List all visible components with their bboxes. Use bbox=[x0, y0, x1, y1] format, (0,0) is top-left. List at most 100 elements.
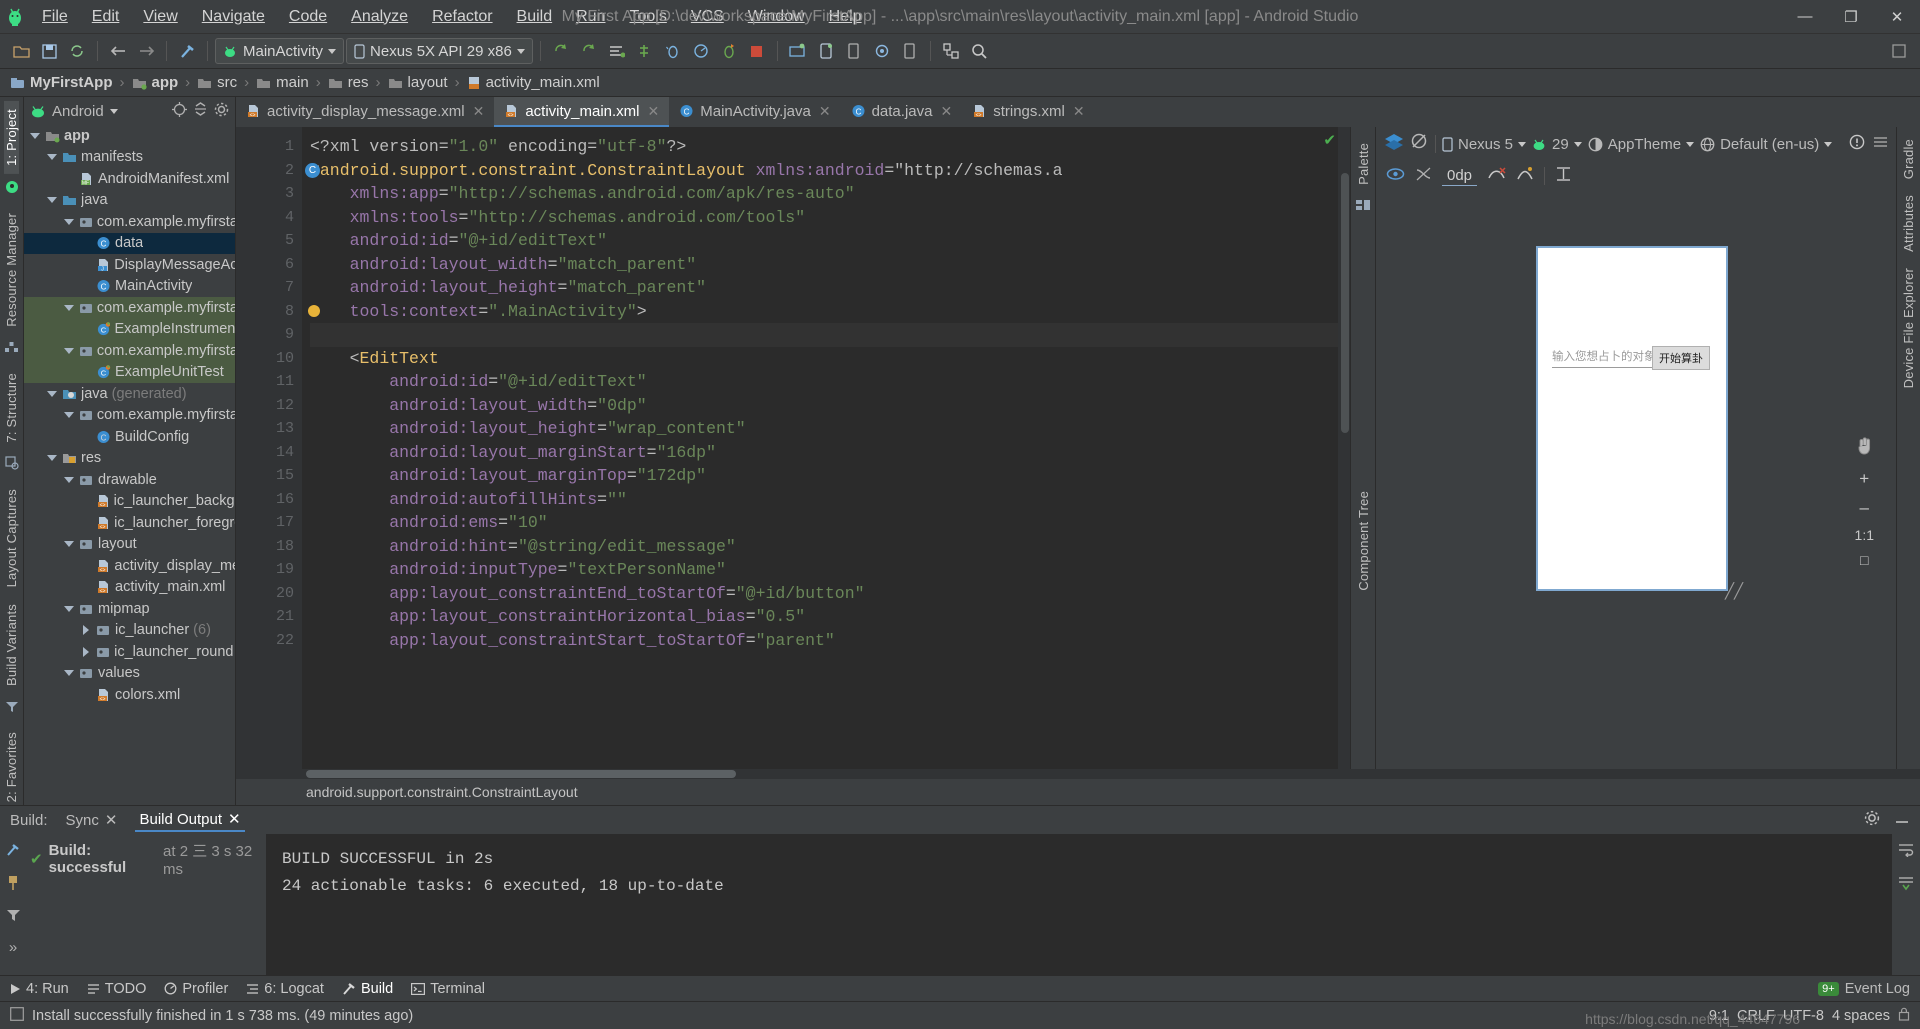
code-line[interactable]: app:layout_constraintEnd_toStartOf="@+id… bbox=[310, 582, 1350, 606]
back-icon[interactable] bbox=[105, 38, 131, 64]
resize-handle[interactable]: ╱╱ bbox=[1725, 582, 1743, 600]
open-folder-icon[interactable] bbox=[8, 38, 34, 64]
profiler-icon[interactable] bbox=[688, 38, 714, 64]
gear-icon[interactable] bbox=[214, 102, 229, 121]
code-content[interactable]: <?xml version="1.0" encoding="utf-8"?><a… bbox=[302, 127, 1350, 769]
tree-row[interactable]: manifests bbox=[24, 147, 235, 169]
twisty-expanded-icon[interactable] bbox=[62, 605, 75, 612]
rail-item-layout-captures[interactable]: Layout Captures bbox=[4, 481, 19, 595]
menu-item-window[interactable]: Window bbox=[736, 4, 817, 30]
sdk-manager-icon[interactable] bbox=[785, 38, 811, 64]
tree-row[interactable]: com.example.myfirstap bbox=[24, 405, 235, 427]
breadcrumb-item-myfirstapp[interactable]: MyFirstApp bbox=[10, 74, 113, 91]
rail-item-gradle[interactable]: Gradle bbox=[1901, 131, 1916, 187]
code-line[interactable]: android:layout_marginStart="16dp" bbox=[310, 441, 1350, 465]
editor-tab[interactable]: <> strings.xml ✕ bbox=[962, 97, 1094, 127]
breadcrumb-item-app[interactable]: app bbox=[132, 74, 178, 91]
tree-row[interactable]: MF AndroidManifest.xml bbox=[24, 168, 235, 190]
twisty-expanded-icon[interactable] bbox=[62, 476, 75, 483]
close-icon[interactable]: ✕ bbox=[648, 103, 660, 120]
maximize-button[interactable]: ❐ bbox=[1828, 0, 1874, 34]
bottom-tool-profiler[interactable]: Profiler bbox=[164, 981, 228, 997]
close-icon[interactable]: ✕ bbox=[1073, 103, 1085, 120]
project-structure-icon[interactable] bbox=[938, 38, 964, 64]
editor-hscrollbar-thumb[interactable] bbox=[306, 770, 736, 778]
gradle-sync-icon[interactable] bbox=[869, 38, 895, 64]
twisty-expanded-icon[interactable] bbox=[45, 390, 58, 397]
close-icon[interactable]: ✕ bbox=[819, 103, 831, 120]
twisty-collapsed-icon[interactable] bbox=[79, 646, 92, 657]
autoconnect-icon[interactable] bbox=[1415, 166, 1432, 187]
code-line[interactable]: android:layout_width="0dp" bbox=[310, 394, 1350, 418]
build-settings-gear-icon[interactable] bbox=[1864, 810, 1880, 830]
rail-item-structure[interactable]: 7: Structure bbox=[4, 365, 19, 451]
breadcrumb-item-layout[interactable]: layout bbox=[388, 74, 448, 91]
search-everywhere-icon[interactable] bbox=[966, 38, 992, 64]
class-marker-icon[interactable]: C bbox=[305, 162, 320, 178]
menu-item-run[interactable]: Run bbox=[564, 4, 617, 30]
save-all-icon[interactable] bbox=[36, 38, 62, 64]
build-hammer-icon[interactable] bbox=[174, 38, 200, 64]
zoom-out-button[interactable]: – bbox=[1860, 498, 1869, 518]
palette-label[interactable]: Palette bbox=[1356, 135, 1371, 193]
device-preview[interactable]: 输入您想占卜的对象 开始算卦 bbox=[1536, 246, 1728, 591]
code-line[interactable]: android:id="@+id/editText" bbox=[310, 229, 1350, 253]
code-line[interactable]: android:autofillHints="" bbox=[310, 488, 1350, 512]
close-icon[interactable]: ✕ bbox=[473, 103, 485, 120]
breadcrumb-item-main[interactable]: main bbox=[256, 74, 309, 91]
editor-tab[interactable]: C MainActivity.java ✕ bbox=[669, 97, 840, 127]
tree-row[interactable]: layout bbox=[24, 534, 235, 556]
build-pin-icon[interactable] bbox=[6, 875, 20, 896]
close-button[interactable]: ✕ bbox=[1874, 0, 1920, 34]
tree-row[interactable]: <> ic_launcher_backgro bbox=[24, 491, 235, 513]
editor-tab[interactable]: <> activity_main.xml ✕ bbox=[494, 97, 670, 127]
build-tab-output[interactable]: Build Output ✕ bbox=[135, 808, 245, 832]
twisty-expanded-icon[interactable] bbox=[62, 347, 75, 354]
locate-icon[interactable] bbox=[172, 101, 187, 121]
code-line[interactable]: app:layout_constraintStart_toStartOf="pa… bbox=[310, 629, 1350, 653]
tree-row[interactable]: res bbox=[24, 448, 235, 470]
palette-icon[interactable] bbox=[1356, 193, 1370, 223]
code-line[interactable] bbox=[310, 323, 1350, 347]
editor-scrollbar[interactable] bbox=[1338, 127, 1350, 769]
code-line[interactable]: app:layout_constraintHorizontal_bias="0.… bbox=[310, 605, 1350, 629]
close-icon-sync[interactable]: ✕ bbox=[105, 811, 118, 829]
rail-item-attributes[interactable]: Attributes bbox=[1901, 187, 1916, 260]
tree-row[interactable]: drawable bbox=[24, 469, 235, 491]
design-canvas[interactable]: 输入您想占卜的对象 开始算卦 + – 1:1 □ ╱╱ bbox=[1376, 191, 1896, 769]
tree-row[interactable]: values bbox=[24, 663, 235, 685]
twisty-expanded-icon[interactable] bbox=[28, 132, 41, 139]
apply-code-changes-icon[interactable] bbox=[632, 38, 658, 64]
editor-horizontal-scrollbar[interactable] bbox=[236, 769, 1920, 779]
tree-row[interactable]: <> ic_launcher_foregro bbox=[24, 512, 235, 534]
breadcrumb-item-res[interactable]: res bbox=[328, 74, 369, 91]
design-mode-icon[interactable] bbox=[1384, 133, 1404, 155]
code-line[interactable]: android:layout_width="match_parent" bbox=[310, 253, 1350, 277]
tree-row[interactable]: ic_launcher_round ( bbox=[24, 641, 235, 663]
zoom-actual-size-button[interactable]: 1:1 bbox=[1855, 527, 1874, 543]
component-tree-label[interactable]: Component Tree bbox=[1356, 483, 1371, 599]
build-output-console[interactable]: BUILD SUCCESSFUL in 2s 24 actionable tas… bbox=[266, 834, 1892, 975]
build-variants-icon[interactable] bbox=[5, 694, 19, 724]
rail-item-device-file-explorer[interactable]: Device File Explorer bbox=[1901, 260, 1916, 396]
default-margin-value[interactable]: 0dp bbox=[1442, 167, 1478, 186]
tree-row[interactable]: app bbox=[24, 125, 235, 147]
code-line[interactable]: android:hint="@string/edit_message" bbox=[310, 535, 1350, 559]
code-line[interactable]: <?xml version="1.0" encoding="utf-8"?> bbox=[310, 135, 1350, 159]
tree-row[interactable]: <> activity_main.xml bbox=[24, 577, 235, 599]
show-constraints-icon[interactable] bbox=[1386, 167, 1405, 186]
sync-icon[interactable] bbox=[64, 38, 90, 64]
tree-row[interactable]: java (generated) bbox=[24, 383, 235, 405]
layout-captures-icon[interactable] bbox=[4, 450, 19, 481]
resource-manager-icon[interactable] bbox=[5, 174, 19, 205]
run-configuration-selector[interactable]: MainActivity bbox=[215, 38, 345, 64]
device-selector[interactable]: Nexus 5X API 29 x86 bbox=[346, 38, 533, 64]
menu-item-vcs[interactable]: VCS bbox=[679, 4, 736, 30]
twisty-expanded-icon[interactable] bbox=[45, 154, 58, 161]
code-editor[interactable]: 1 2 C 3 4 5 6 7 8 9 10 11 12 13 14 15 16 17 18 19 20 21 22 <?x… bbox=[236, 127, 1350, 769]
menu-item-build[interactable]: Build bbox=[505, 4, 565, 30]
tree-row[interactable]: Cdata bbox=[24, 232, 235, 254]
code-line[interactable]: xmlns:app="http://schemas.android.com/ap… bbox=[310, 182, 1350, 206]
infer-constraints-icon[interactable] bbox=[1516, 166, 1534, 187]
breadcrumb-item-file[interactable]: activity_main.xml bbox=[467, 74, 600, 91]
